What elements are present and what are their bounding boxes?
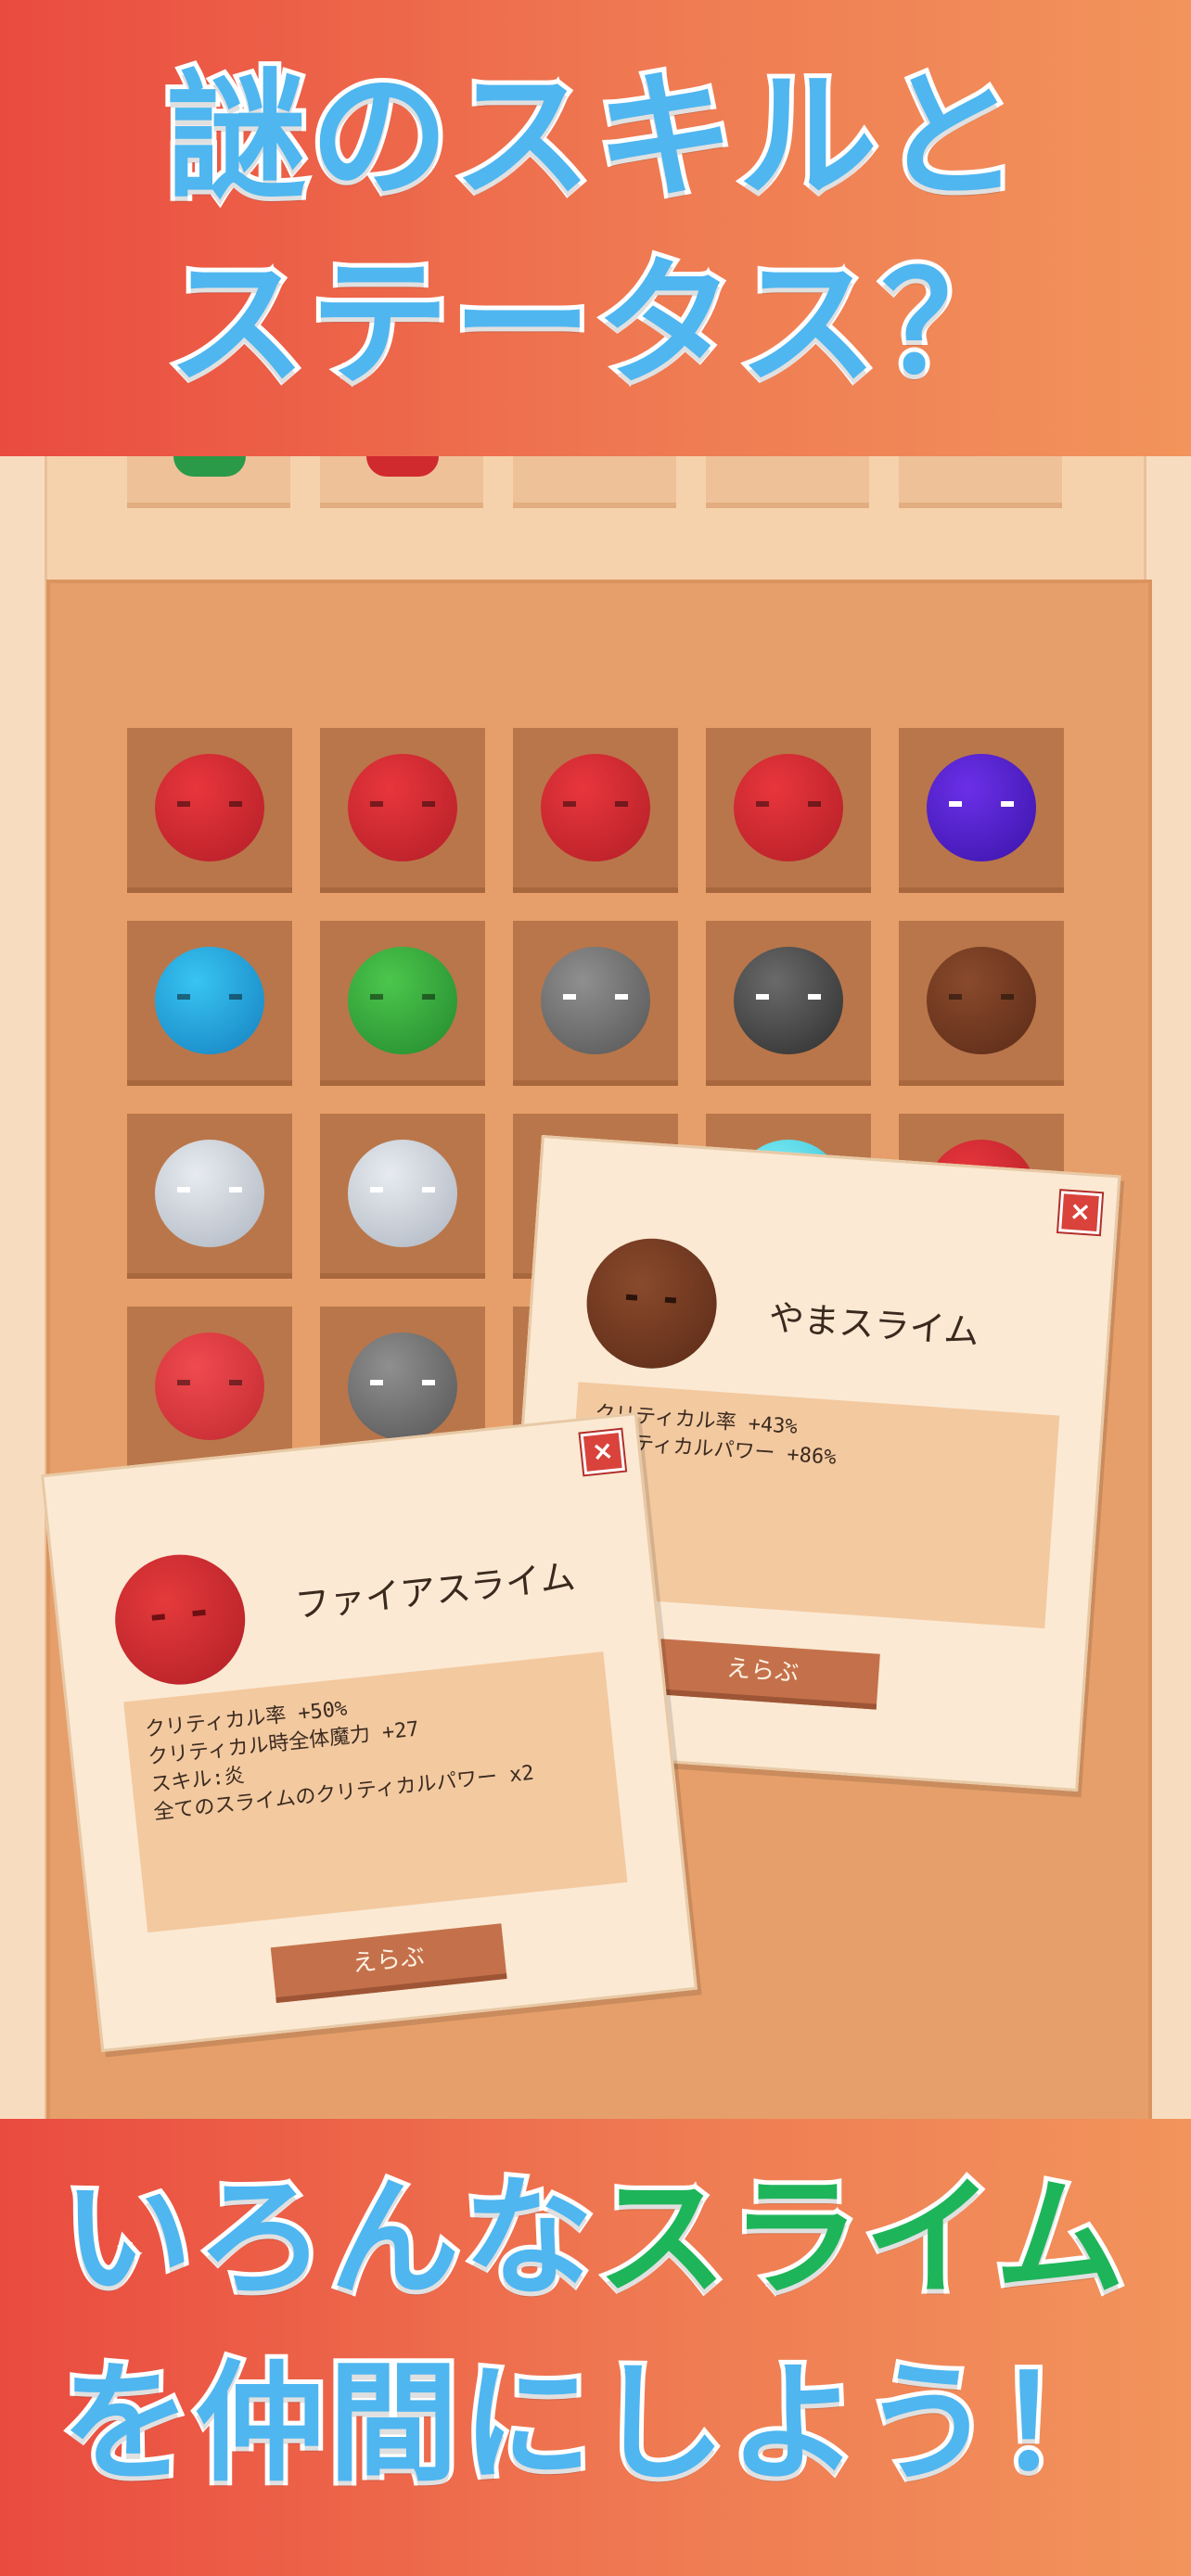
slime-slot[interactable] xyxy=(706,728,871,893)
slime-purple-icon xyxy=(927,754,1036,861)
headline-top-line2: ステータス？ xyxy=(162,239,1025,410)
eye-left xyxy=(177,994,190,1001)
eye-right xyxy=(229,801,242,808)
slime-slot[interactable] xyxy=(320,1114,485,1279)
top-row-slot xyxy=(127,456,290,508)
slime-eyes xyxy=(370,1380,435,1389)
select-button[interactable]: えらぶ xyxy=(645,1638,880,1710)
slime-slot[interactable] xyxy=(513,921,678,1086)
slime-slot[interactable] xyxy=(127,1114,292,1279)
slime-slot[interactable] xyxy=(127,921,292,1086)
headline-bottom-part1: いろんな xyxy=(58,2159,597,2319)
top-row-slot xyxy=(706,456,869,508)
eye-right xyxy=(615,801,628,808)
top-row-slot xyxy=(320,456,483,508)
headline-bottom-part2: スライム xyxy=(592,2159,1129,2319)
eye-left xyxy=(563,801,576,808)
slime-eyes xyxy=(177,994,242,1003)
headline-top-line1: 謎のスキルと xyxy=(162,52,1025,223)
eye-right xyxy=(1001,801,1014,808)
slime-eyes xyxy=(756,801,821,810)
slime-dark-gray-icon xyxy=(734,947,843,1054)
eye-left xyxy=(756,801,769,808)
eye-right xyxy=(229,1187,242,1193)
slime-slot[interactable] xyxy=(899,728,1064,893)
slime-eyes xyxy=(949,994,1014,1003)
slime-eyes xyxy=(756,994,821,1003)
slime-eyes xyxy=(949,801,1014,810)
slime-red-icon xyxy=(734,754,843,861)
slime-eyes xyxy=(177,1380,242,1389)
eye-left xyxy=(370,1187,383,1193)
eye-left xyxy=(756,994,769,1001)
slime-red-icon xyxy=(541,754,650,861)
slime-eyes xyxy=(370,801,435,810)
slime-eyes xyxy=(370,994,435,1003)
eye-right xyxy=(422,994,435,1001)
top-row-slot xyxy=(899,456,1062,508)
slime-slot[interactable] xyxy=(706,921,871,1086)
eye-left xyxy=(177,801,190,808)
eye-left xyxy=(177,1380,190,1386)
close-icon[interactable]: × xyxy=(1058,1191,1103,1235)
left-border xyxy=(0,456,47,2119)
select-button[interactable]: えらぶ xyxy=(270,1923,507,2004)
eye-left xyxy=(177,1187,190,1193)
slime-brown-icon xyxy=(582,1233,722,1373)
slime-name: やまスライム xyxy=(767,1296,981,1353)
slime-slot[interactable] xyxy=(899,921,1064,1086)
eye-right xyxy=(422,801,435,808)
slime-brown-icon xyxy=(927,947,1036,1054)
slime-white-icon xyxy=(155,1140,264,1247)
slime-white-icon xyxy=(348,1140,457,1247)
eye-left xyxy=(370,1380,383,1386)
eye-left xyxy=(949,994,962,1001)
headline-bottom-line2: を仲間にしよう！ xyxy=(57,2344,1131,2505)
slime-eyes xyxy=(563,994,628,1003)
eye-right xyxy=(615,994,628,1001)
slime-red-icon xyxy=(109,1548,252,1691)
slime-card-fire: × ファイアスライム クリティカル率 +50% クリティカル時全体魔力 +27 … xyxy=(41,1411,698,2053)
slime-pink-red-icon xyxy=(155,1333,264,1440)
slime-slot[interactable] xyxy=(320,921,485,1086)
eye-right xyxy=(808,994,821,1001)
eye-right xyxy=(808,801,821,808)
eye-right xyxy=(422,1380,435,1386)
eye-left xyxy=(563,994,576,1001)
slime-eyes xyxy=(563,801,628,810)
headline-bottom-line1: いろんなスライム xyxy=(0,2159,1191,2319)
slime-red-icon xyxy=(155,754,264,861)
slime-slot[interactable] xyxy=(127,728,292,893)
eye-right xyxy=(229,1380,242,1386)
eye-right xyxy=(229,994,242,1001)
slime-eyes xyxy=(177,801,242,810)
slime-gray-icon xyxy=(541,947,650,1054)
top-row-slot xyxy=(513,456,676,508)
slime-slot[interactable] xyxy=(127,1307,292,1472)
slime-blue-icon xyxy=(155,947,264,1054)
eye-right xyxy=(422,1187,435,1193)
eye-left xyxy=(370,801,383,808)
slime-eyes xyxy=(177,1187,242,1196)
slime-eyes xyxy=(370,1187,435,1196)
slime-green-icon xyxy=(173,456,246,477)
slime-slot[interactable] xyxy=(320,728,485,893)
eye-left xyxy=(949,801,962,808)
slime-green-icon xyxy=(348,947,457,1054)
slime-red-icon xyxy=(366,456,439,477)
stats-box: クリティカル率 +50% クリティカル時全体魔力 +27 スキル:炎 全てのスラ… xyxy=(123,1651,628,1933)
slime-slot[interactable] xyxy=(513,728,678,893)
slime-gray-icon xyxy=(348,1333,457,1440)
slime-red-icon xyxy=(348,754,457,861)
close-icon[interactable]: × xyxy=(580,1429,625,1475)
slime-name: ファイアスライム xyxy=(293,1556,578,1626)
eye-right xyxy=(1001,994,1014,1001)
eye-left xyxy=(370,994,383,1001)
